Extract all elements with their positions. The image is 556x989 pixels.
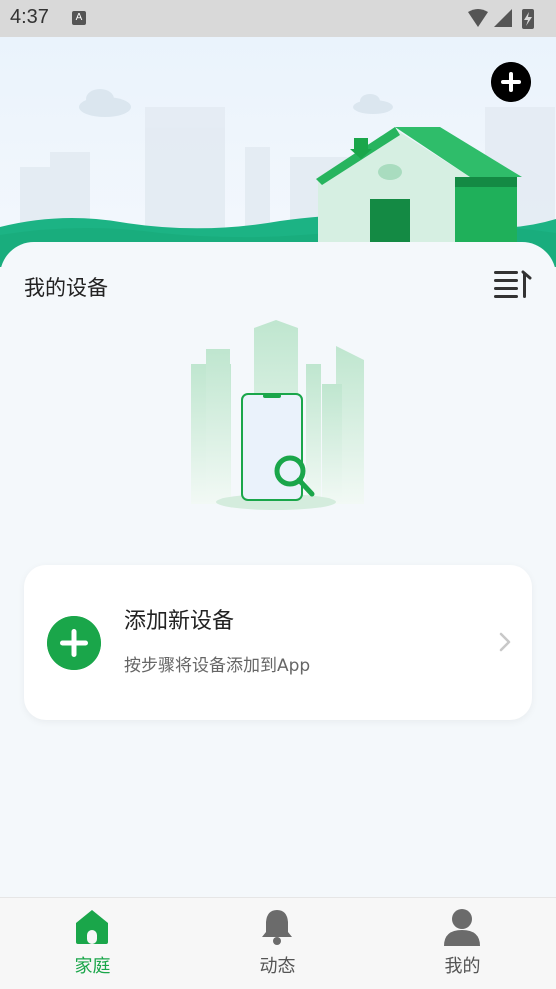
add-device-icon bbox=[47, 616, 101, 670]
add-icon[interactable] bbox=[491, 62, 531, 102]
chevron-right-icon bbox=[499, 632, 511, 652]
notification-icon: A bbox=[72, 11, 86, 25]
bell-icon bbox=[262, 910, 292, 945]
wifi-icon bbox=[468, 9, 488, 27]
empty-devices-illustration bbox=[191, 320, 364, 510]
tab-profile[interactable]: 我的 bbox=[370, 898, 555, 989]
add-device-subtitle: 按步骤将设备添加到App bbox=[124, 656, 311, 676]
tab-profile-label: 我的 bbox=[444, 956, 481, 977]
city-house-illustration bbox=[0, 89, 556, 267]
sort-list-icon[interactable] bbox=[492, 268, 532, 300]
status-time: 4:37 bbox=[10, 6, 49, 28]
tab-activity-label: 动态 bbox=[259, 956, 296, 977]
add-device-title: 添加新设备 bbox=[124, 609, 235, 634]
system-status-icons bbox=[468, 9, 534, 29]
tab-home-label: 家庭 bbox=[74, 956, 111, 977]
tab-home[interactable]: 家庭 bbox=[0, 898, 185, 989]
add-device-card[interactable]: 添加新设备 按步骤将设备添加到App bbox=[24, 565, 532, 720]
my-devices-title: 我的设备 bbox=[24, 276, 108, 300]
tab-activity[interactable]: 动态 bbox=[185, 898, 370, 989]
status-bar: 4:37 A bbox=[0, 0, 556, 37]
person-icon bbox=[444, 909, 480, 946]
home-banner bbox=[0, 37, 556, 267]
signal-icon bbox=[494, 9, 512, 27]
bottom-tab-bar: 家庭 动态 我的 bbox=[0, 897, 556, 989]
home-icon bbox=[76, 910, 108, 944]
